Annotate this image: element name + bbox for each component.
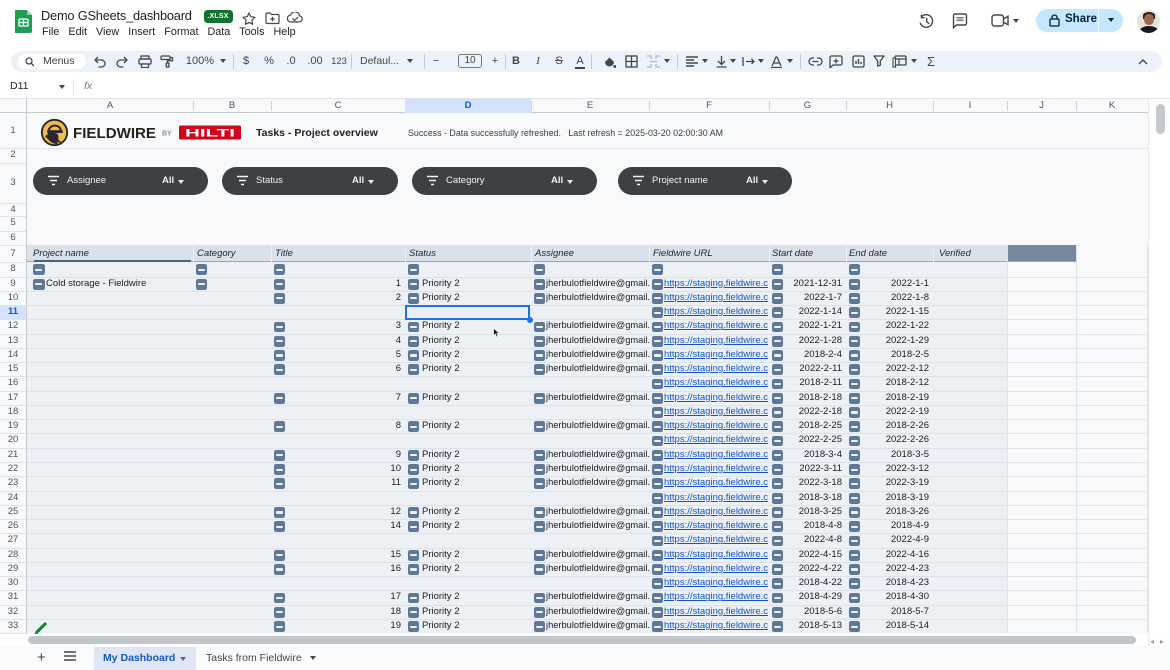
- svg-text:HILTI: HILTI: [185, 127, 235, 139]
- svg-text:FIELDWIRE: FIELDWIRE: [73, 125, 156, 142]
- svg-text:BY: BY: [162, 131, 172, 138]
